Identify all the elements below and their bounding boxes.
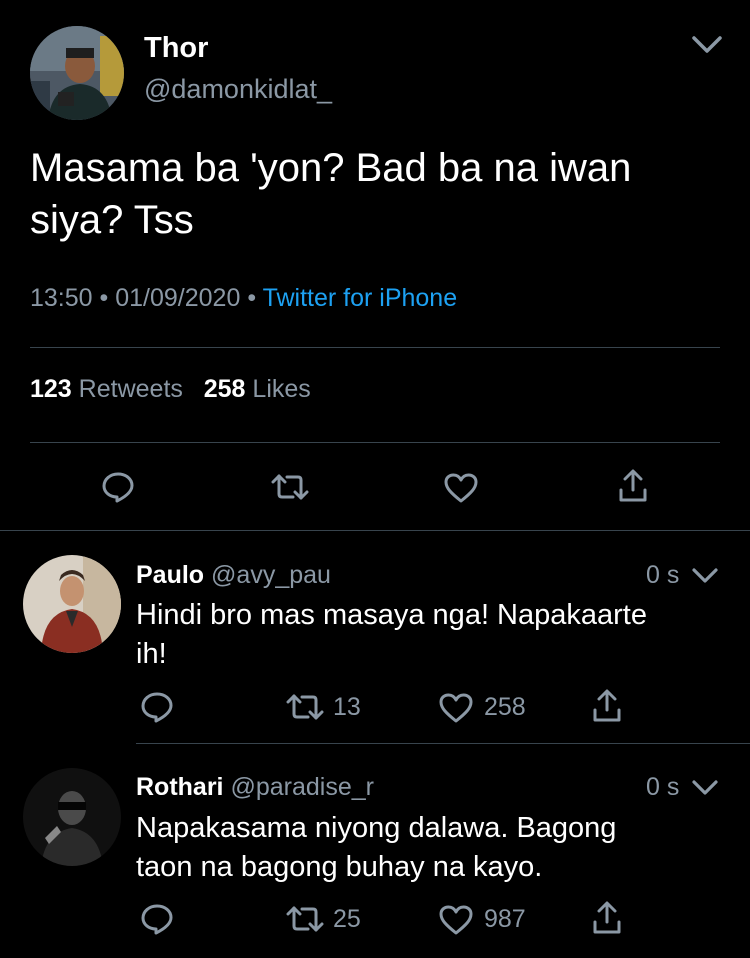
reply-icon[interactable] [101, 470, 135, 504]
share-icon[interactable] [591, 900, 623, 936]
like-count: 987 [484, 905, 526, 933]
chevron-down-icon[interactable] [690, 562, 720, 588]
reply-author-handle[interactable]: @avy_pau [211, 561, 331, 589]
reply-author-name[interactable]: Rothari [136, 773, 224, 801]
reply-timestamp: 0 s [646, 561, 680, 589]
retweet-count: 13 [333, 693, 361, 721]
retweets-stat[interactable]: 123 Retweets [30, 375, 190, 403]
tweet-date: 01/09/2020 [115, 284, 241, 312]
reply-text-line-2: taon na bagong buhay na kayo. [136, 851, 543, 883]
retweets-count: 123 [30, 375, 72, 403]
reply-header: Rothari @paradise_r [136, 772, 374, 802]
reply-avatar[interactable] [23, 555, 121, 653]
like-icon[interactable] [438, 692, 474, 724]
retweet-count: 25 [333, 905, 361, 933]
meta-separator: • [99, 284, 109, 312]
divider [136, 743, 750, 744]
main-tweet-author-handle[interactable]: @damonkidlat_ [144, 72, 332, 106]
reply-author-handle[interactable]: @paradise_r [230, 773, 374, 801]
share-icon[interactable] [617, 468, 649, 504]
reply-icon[interactable] [140, 690, 174, 724]
main-tweet-text-line-1: Masama ba 'yon? Bad ba na iwan [30, 146, 632, 190]
like-icon[interactable] [438, 904, 474, 936]
chevron-down-icon[interactable] [690, 30, 724, 58]
reply-header: Paulo @avy_pau [136, 560, 331, 590]
reply-text-line-1: Hindi bro mas masaya nga! Napakaarte [136, 599, 647, 631]
likes-stat[interactable]: 258 Likes [197, 375, 311, 403]
divider [30, 442, 720, 443]
main-tweet-avatar[interactable] [30, 26, 124, 120]
divider [30, 347, 720, 348]
chevron-down-icon[interactable] [690, 774, 720, 800]
retweet-icon[interactable] [271, 472, 309, 502]
likes-label: Likes [252, 375, 311, 403]
reply-avatar[interactable] [23, 768, 121, 866]
likes-count: 258 [203, 375, 246, 403]
reply-text-line-1: Napakasama niyong dalawa. Bagong [136, 812, 617, 844]
retweet-icon[interactable] [286, 692, 324, 722]
tweet-time: 13:50 [30, 284, 93, 312]
retweets-label: Retweets [78, 375, 183, 403]
divider [0, 530, 750, 531]
engagement-stats: 123 Retweets 258 Likes [30, 373, 311, 405]
reply-text-line-2: ih! [136, 638, 167, 670]
main-tweet-meta: 13:50 • 01/09/2020 • Twitter for iPhone [30, 282, 457, 314]
reply-timestamp: 0 s [646, 773, 680, 801]
share-icon[interactable] [591, 688, 623, 724]
retweet-icon[interactable] [286, 904, 324, 934]
reply-icon[interactable] [140, 902, 174, 936]
like-icon[interactable] [443, 472, 479, 504]
like-count: 258 [484, 693, 526, 721]
reply-author-name[interactable]: Paulo [136, 561, 204, 589]
meta-separator: • [247, 284, 257, 312]
tweet-source-link[interactable]: Twitter for iPhone [263, 284, 458, 312]
main-tweet-text-line-2: siya? Tss [30, 198, 194, 242]
main-tweet-author-name[interactable]: Thor [144, 30, 208, 66]
